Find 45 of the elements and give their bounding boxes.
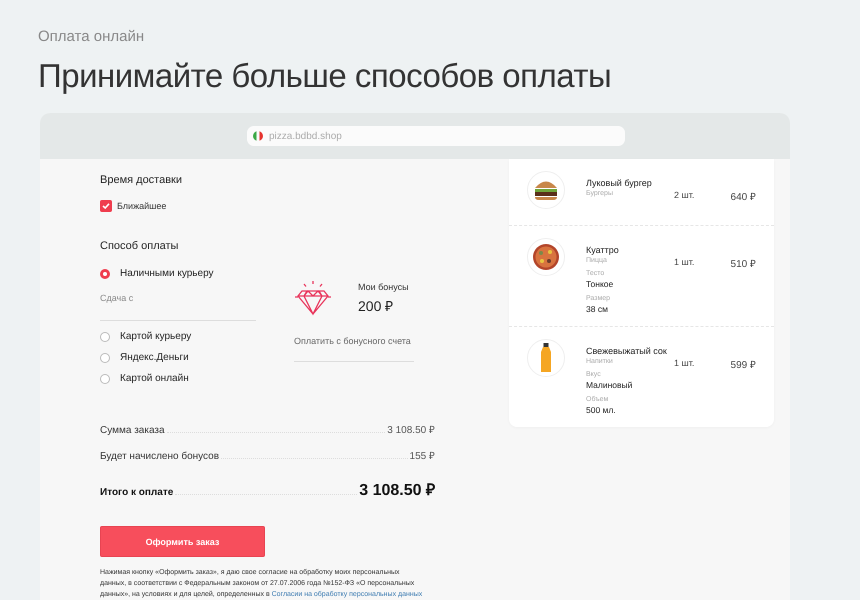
product-name: Куаттро [586, 245, 620, 255]
option-value: 38 см [586, 304, 609, 314]
radio-label: Картой курьеру [120, 331, 192, 342]
section-title: Время доставки [100, 174, 184, 186]
product-price: 599 ₽ [730, 359, 756, 371]
bonus-label: Мои бонусы [358, 282, 409, 292]
field-label: Оплатить с бонусного счета [294, 336, 412, 346]
radio-button[interactable] [100, 268, 110, 278]
product-quantity: 2 шт. [674, 189, 696, 200]
product-price: 510 ₽ [730, 258, 756, 270]
summary-value: 3 108.50 ₽ [387, 424, 435, 436]
section-label: Оплата онлайн [37, 27, 146, 45]
product-name: Свежевыжатый сок [586, 346, 668, 356]
flag-icon [253, 131, 263, 141]
address-bar[interactable]: pizza.bdbd.shop [247, 126, 625, 146]
checkbox-label: Ближайшее [117, 201, 166, 211]
radio-label: Наличными курьеру [120, 268, 214, 279]
summary-label: Итого к оплате [100, 487, 174, 498]
radio-button[interactable] [100, 374, 110, 384]
radio-label: Яндекс.Деньги [120, 352, 189, 363]
bonus-amount: 200 ₽ [358, 296, 394, 314]
radio-label: Картой онлайн [120, 373, 189, 384]
product-quantity: 1 шт. [674, 357, 696, 368]
checkbox[interactable] [100, 200, 112, 212]
field-label: Сдача с [100, 293, 134, 303]
summary-label: Будет начислено бонусов [100, 451, 220, 462]
product-photo [527, 171, 565, 209]
url-text: pizza.bdbd.shop [269, 130, 342, 142]
option-value: 500 мл. [586, 405, 617, 415]
submit-order-button[interactable]: Оформить заказ [100, 526, 265, 557]
product-photo [527, 339, 565, 377]
summary-value: 3 108.50 ₽ [359, 481, 435, 500]
summary-label: Сумма заказа [100, 425, 165, 436]
radio-button[interactable] [100, 332, 110, 342]
option-value: Тонкое [586, 279, 614, 289]
product-photo [527, 238, 565, 276]
radio-button[interactable] [100, 352, 110, 362]
summary-value: 155 ₽ [410, 450, 435, 462]
diamond-icon [294, 280, 332, 316]
product-name: Луковый бургер [586, 178, 653, 188]
page-heading: Принимайте больше способов оплаты [38, 57, 612, 95]
option-value: Малиновый [586, 380, 634, 390]
section-title: Способ оплаты [100, 240, 180, 252]
product-quantity: 1 шт. [674, 256, 696, 267]
product-price: 640 ₽ [730, 191, 756, 203]
